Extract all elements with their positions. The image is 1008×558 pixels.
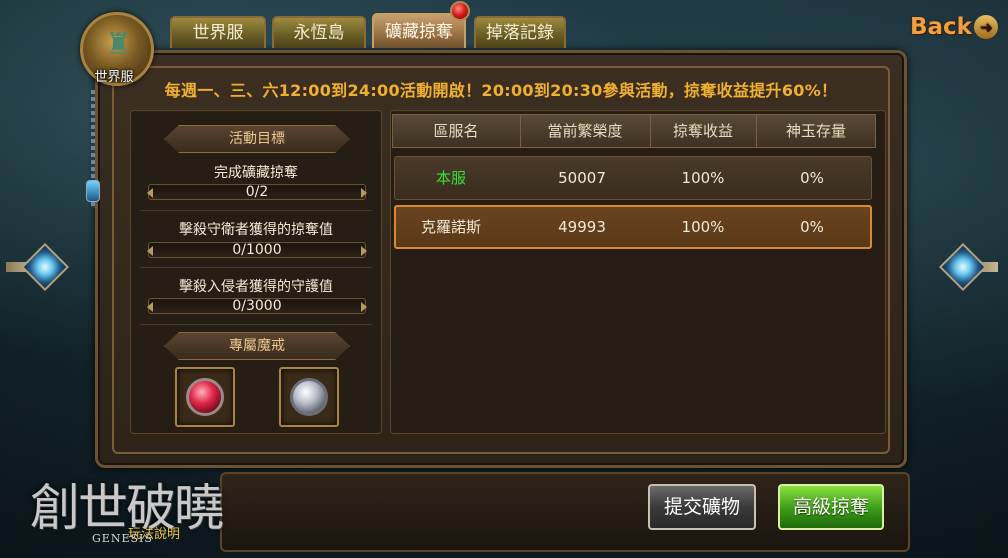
divider <box>140 267 372 268</box>
goal-label: 完成礦藏掠奪 <box>214 165 298 181</box>
cell-plunder: 100% <box>681 169 725 187</box>
header-jade-stock: 神玉存量 <box>785 122 846 140</box>
event-announcement: 每週一、三、六12:00到24:00活動開啟！20:00到20:30參與活動，掠… <box>164 81 838 100</box>
tab-world-server[interactable]: 世界服 <box>170 16 266 48</box>
cell-jade: 0% <box>800 169 824 187</box>
tower-icon: ♜ <box>105 27 132 62</box>
advanced-plunder-button[interactable]: 高級掠奪 <box>778 484 884 530</box>
previous-arrow-button[interactable] <box>6 240 80 300</box>
cell-prosperity: 49993 <box>558 218 606 236</box>
goal-progress: 0/3000 <box>147 298 367 314</box>
rings-header: 專屬魔戒 <box>164 332 350 360</box>
header-prosperity: 當前繁榮度 <box>547 122 623 140</box>
silver-ring-icon <box>290 378 328 416</box>
logo-english: GENESIS <box>92 532 153 545</box>
cell-server-name: 本服 <box>435 169 466 187</box>
goal-progress: 0/2 <box>147 184 367 200</box>
header-server-name: 區服名 <box>433 122 479 140</box>
tab-mine-plunder[interactable]: 礦藏掠奪 <box>372 13 466 48</box>
cell-server-name: 克羅諾斯 <box>420 218 481 236</box>
gem-pendant-icon <box>86 180 100 202</box>
header-plunder-yield: 掠奪收益 <box>672 122 733 140</box>
right-diamond-icon <box>938 242 988 292</box>
goal-label: 擊殺守衛者獲得的掠奪值 <box>179 222 333 238</box>
goals-panel <box>130 110 382 434</box>
back-label: Back <box>910 14 972 40</box>
divider <box>140 210 372 211</box>
left-diamond-icon <box>20 242 70 292</box>
ring-slot-silver[interactable] <box>279 367 339 427</box>
divider <box>140 324 372 325</box>
tab-drop-records[interactable]: 掉落記錄 <box>474 16 566 48</box>
tab-eternal-island[interactable]: 永恆島 <box>272 16 366 48</box>
goal-label: 擊殺入侵者獲得的守護值 <box>179 279 333 295</box>
goal-progress: 0/1000 <box>147 242 367 258</box>
back-button[interactable]: Back ➜ <box>910 14 998 46</box>
next-arrow-button[interactable] <box>924 240 998 300</box>
back-arrow-icon: ➜ <box>973 15 998 39</box>
cell-plunder: 100% <box>681 218 725 236</box>
red-gem-ring-icon <box>186 378 224 416</box>
ring-slot-red[interactable] <box>175 367 235 427</box>
cell-prosperity: 50007 <box>558 169 606 187</box>
cell-jade: 0% <box>800 218 824 236</box>
game-logo: 創世破曉 <box>30 479 224 537</box>
goals-header: 活動目標 <box>164 125 350 153</box>
notification-dot-icon <box>450 1 470 21</box>
submit-ore-button[interactable]: 提交礦物 <box>648 484 756 530</box>
